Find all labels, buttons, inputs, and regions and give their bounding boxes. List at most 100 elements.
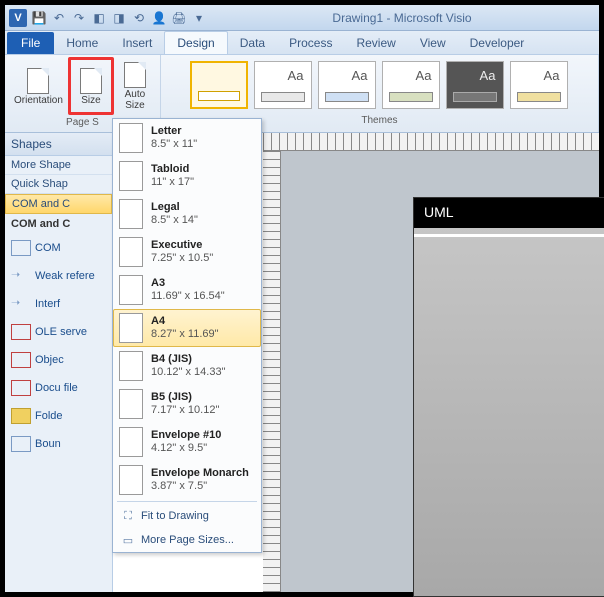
size-option[interactable]: Executive7.25" x 10.5"	[113, 233, 261, 271]
size-dim: 3.87" x 7.5"	[151, 480, 249, 493]
size-dim: 11.69" x 16.54"	[151, 290, 225, 303]
theme-swatch[interactable]: Aa	[318, 61, 376, 109]
page-icon	[80, 68, 102, 94]
drawing-page[interactable]: UML	[413, 197, 604, 597]
size-button[interactable]: Size	[68, 57, 114, 115]
arrow-icon	[11, 268, 31, 284]
size-dim: 8.5" x 11"	[151, 138, 197, 151]
size-option[interactable]: B5 (JIS)7.17" x 10.12"	[113, 385, 261, 423]
canvas-area[interactable]: UML	[263, 133, 599, 592]
page-icon	[119, 465, 143, 495]
size-option[interactable]: Legal8.5" x 14"	[113, 195, 261, 233]
shape-icon	[11, 352, 31, 368]
uml-title-bar: UML	[414, 198, 604, 228]
size-option[interactable]: B4 (JIS)10.12" x 14.33"	[113, 347, 261, 385]
qat-icon[interactable]: 👤	[149, 8, 169, 28]
size-name: Envelope Monarch	[151, 467, 249, 480]
title-bar: V 💾 ↶ ↷ ◧ ◨ ⟲ 👤 🖨 ▾ Drawing1 - Microsoft…	[5, 5, 599, 31]
size-option[interactable]: Tabloid11" x 17"	[113, 157, 261, 195]
page-icon	[119, 275, 143, 305]
tab-data[interactable]: Data	[228, 32, 277, 54]
shape-folder[interactable]: Folde	[5, 402, 112, 430]
page-icon	[119, 313, 143, 343]
size-dim: 8.5" x 14"	[151, 214, 198, 227]
tab-file[interactable]: File	[7, 32, 54, 54]
qat-icon[interactable]: 🖨	[169, 8, 189, 28]
size-option[interactable]: A48.27" x 11.69"	[113, 309, 261, 347]
fit-icon: ⛶	[121, 509, 135, 523]
size-name: Legal	[151, 201, 198, 214]
theme-swatch[interactable]: Aa	[446, 61, 504, 109]
quick-shapes[interactable]: Quick Shap	[5, 175, 112, 194]
qat-icon[interactable]: ⟲	[129, 8, 149, 28]
size-dim: 4.12" x 9.5"	[151, 442, 221, 455]
qat-undo-icon[interactable]: ↶	[49, 8, 69, 28]
group-label-page-setup: Page S	[66, 115, 99, 130]
size-option[interactable]: Envelope #104.12" x 9.5"	[113, 423, 261, 461]
page-icon	[119, 161, 143, 191]
stencil-com[interactable]: COM and C	[5, 194, 112, 214]
size-dim: 10.12" x 14.33"	[151, 366, 225, 379]
shape-icon	[11, 324, 31, 340]
size-name: A4	[151, 315, 219, 328]
size-option[interactable]: A311.69" x 16.54"	[113, 271, 261, 309]
shape-interface[interactable]: Interf	[5, 290, 112, 318]
more-page-sizes[interactable]: ▭More Page Sizes...	[113, 528, 261, 552]
shape-weak-ref[interactable]: Weak refere	[5, 262, 112, 290]
tab-process[interactable]: Process	[277, 32, 344, 54]
group-label-themes: Themes	[361, 113, 397, 128]
tab-review[interactable]: Review	[344, 32, 407, 54]
uml-divider	[414, 234, 604, 237]
shape-object[interactable]: Objec	[5, 346, 112, 374]
page-icon: ▭	[121, 533, 135, 547]
orientation-button[interactable]: Orientation	[9, 57, 68, 115]
size-label: Size	[81, 95, 100, 106]
more-shapes[interactable]: More Shape	[5, 156, 112, 175]
theme-swatch[interactable]: Aa	[254, 61, 312, 109]
page-icon	[119, 123, 143, 153]
qat-icon[interactable]: ◧	[89, 8, 109, 28]
size-dim: 8.27" x 11.69"	[151, 328, 219, 341]
tab-design[interactable]: Design	[164, 31, 227, 54]
ribbon: Orientation Size Auto Size Page S Aa Aa …	[5, 55, 599, 133]
app-icon: V	[9, 9, 27, 27]
theme-swatch[interactable]: Aa	[382, 61, 440, 109]
autosize-label: Auto Size	[125, 89, 146, 111]
qat-save-icon[interactable]: 💾	[29, 8, 49, 28]
tab-insert[interactable]: Insert	[110, 32, 164, 54]
shape-icon	[11, 436, 31, 452]
page-icon	[119, 351, 143, 381]
size-name: A3	[151, 277, 225, 290]
page-icon	[119, 199, 143, 229]
qat-dropdown-icon[interactable]: ▾	[189, 8, 209, 28]
ruler-horizontal	[263, 133, 599, 151]
autosize-button[interactable]: Auto Size	[114, 57, 156, 115]
shape-com[interactable]: COM	[5, 234, 112, 262]
size-name: Tabloid	[151, 163, 194, 176]
tab-developer[interactable]: Developer	[458, 32, 537, 54]
tab-home[interactable]: Home	[54, 32, 110, 54]
theme-swatch[interactable]	[190, 61, 248, 109]
size-dropdown: Letter8.5" x 11"Tabloid11" x 17"Legal8.5…	[112, 118, 262, 553]
size-name: B4 (JIS)	[151, 353, 225, 366]
size-name: Letter	[151, 125, 197, 138]
page-icon	[27, 68, 49, 94]
folder-icon	[11, 408, 31, 424]
qat-redo-icon[interactable]: ↷	[69, 8, 89, 28]
tab-view[interactable]: View	[408, 32, 458, 54]
shape-ole-server[interactable]: OLE serve	[5, 318, 112, 346]
page-icon	[124, 62, 146, 88]
shape-document[interactable]: Docu file	[5, 374, 112, 402]
ribbon-tabs: File Home Insert Design Data Process Rev…	[5, 31, 599, 55]
theme-swatch[interactable]: Aa	[510, 61, 568, 109]
orientation-label: Orientation	[14, 95, 63, 106]
shape-icon	[11, 380, 31, 396]
shape-boundary[interactable]: Boun	[5, 430, 112, 458]
size-option[interactable]: Envelope Monarch3.87" x 7.5"	[113, 461, 261, 499]
size-option[interactable]: Letter8.5" x 11"	[113, 119, 261, 157]
qat-icon[interactable]: ◨	[109, 8, 129, 28]
shapes-panel: Shapes More Shape Quick Shap COM and C C…	[5, 133, 113, 592]
fit-to-drawing[interactable]: ⛶Fit to Drawing	[113, 504, 261, 528]
category-title: COM and C	[5, 214, 112, 234]
shapes-header: Shapes	[5, 133, 112, 156]
